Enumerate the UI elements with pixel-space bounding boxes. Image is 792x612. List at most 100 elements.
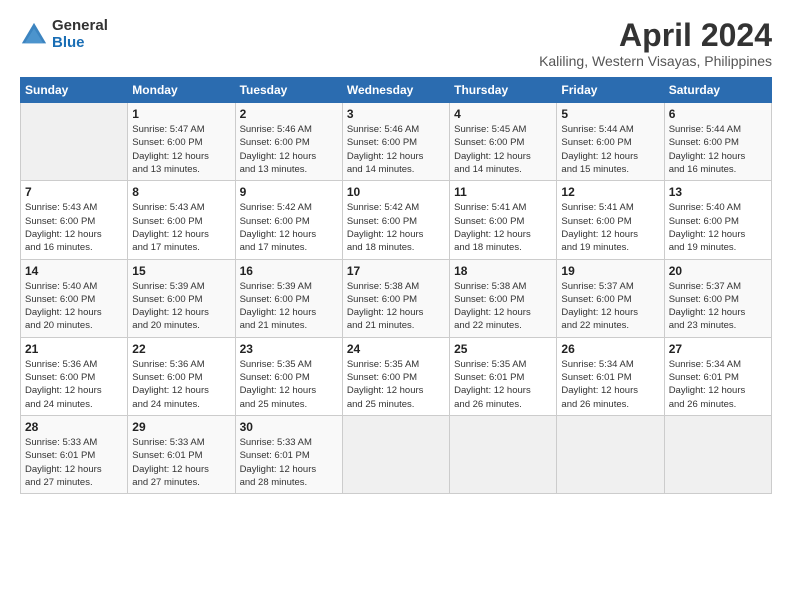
day-number: 5 [561, 107, 659, 121]
day-number: 19 [561, 264, 659, 278]
table-row: 13 Sunrise: 5:40 AMSunset: 6:00 PMDayligh… [664, 181, 771, 259]
day-info: Sunrise: 5:37 AMSunset: 6:00 PMDaylight:… [669, 280, 767, 333]
day-number: 30 [240, 420, 338, 434]
table-row [557, 415, 664, 493]
calendar-title: April 2024 [539, 18, 772, 53]
table-row: 24 Sunrise: 5:35 AMSunset: 6:00 PMDayligh… [342, 337, 449, 415]
day-number: 17 [347, 264, 445, 278]
table-row: 27 Sunrise: 5:34 AMSunset: 6:01 PMDayligh… [664, 337, 771, 415]
day-info: Sunrise: 5:36 AMSunset: 6:00 PMDaylight:… [132, 358, 230, 411]
day-info: Sunrise: 5:43 AMSunset: 6:00 PMDaylight:… [132, 201, 230, 254]
calendar-week-5: 28 Sunrise: 5:33 AMSunset: 6:01 PMDayligh… [21, 415, 772, 493]
day-info: Sunrise: 5:41 AMSunset: 6:00 PMDaylight:… [561, 201, 659, 254]
calendar-table: Sunday Monday Tuesday Wednesday Thursday… [20, 77, 772, 494]
day-number: 10 [347, 185, 445, 199]
table-row: 5 Sunrise: 5:44 AMSunset: 6:00 PMDaylight… [557, 103, 664, 181]
table-row [664, 415, 771, 493]
header-tuesday: Tuesday [235, 78, 342, 103]
table-row: 10Sunrise: 5:42 AMSunset: 6:00 PMDayligh… [342, 181, 449, 259]
header-wednesday: Wednesday [342, 78, 449, 103]
header: General Blue April 2024 Kaliling, Wester… [20, 18, 772, 69]
day-number: 16 [240, 264, 338, 278]
logo-blue: Blue [52, 35, 108, 52]
day-info: Sunrise: 5:43 AMSunset: 6:00 PMDaylight:… [25, 201, 123, 254]
day-number: 7 [25, 185, 123, 199]
day-info: Sunrise: 5:44 AMSunset: 6:00 PMDaylight:… [669, 123, 767, 176]
day-info: Sunrise: 5:41 AMSunset: 6:00 PMDaylight:… [454, 201, 552, 254]
table-row: 23Sunrise: 5:35 AMSunset: 6:00 PMDayligh… [235, 337, 342, 415]
day-info: Sunrise: 5:34 AMSunset: 6:01 PMDaylight:… [669, 358, 767, 411]
day-info: Sunrise: 5:34 AMSunset: 6:01 PMDaylight:… [561, 358, 659, 411]
table-row: 17 Sunrise: 5:38 AMSunset: 6:00 PMDayligh… [342, 259, 449, 337]
table-row: 16 Sunrise: 5:39 AMSunset: 6:00 PMDayligh… [235, 259, 342, 337]
day-number: 23 [240, 342, 338, 356]
day-info: Sunrise: 5:40 AMSunset: 6:00 PMDaylight:… [25, 280, 123, 333]
table-row: 6 Sunrise: 5:44 AMSunset: 6:00 PMDaylight… [664, 103, 771, 181]
day-number: 3 [347, 107, 445, 121]
header-sunday: Sunday [21, 78, 128, 103]
table-row: 11Sunrise: 5:41 AMSunset: 6:00 PMDayligh… [450, 181, 557, 259]
calendar-week-4: 21 Sunrise: 5:36 AMSunset: 6:00 PMDayligh… [21, 337, 772, 415]
day-number: 12 [561, 185, 659, 199]
calendar-week-3: 14 Sunrise: 5:40 AMSunset: 6:00 PMDayligh… [21, 259, 772, 337]
day-info: Sunrise: 5:33 AMSunset: 6:01 PMDaylight:… [25, 436, 123, 489]
day-info: Sunrise: 5:46 AMSunset: 6:00 PMDaylight:… [240, 123, 338, 176]
calendar-week-2: 7 Sunrise: 5:43 AMSunset: 6:00 PMDaylight… [21, 181, 772, 259]
logo: General Blue [20, 18, 108, 51]
title-block: April 2024 Kaliling, Western Visayas, Ph… [539, 18, 772, 69]
table-row: 29 Sunrise: 5:33 AMSunset: 6:01 PMDayligh… [128, 415, 235, 493]
day-number: 28 [25, 420, 123, 434]
day-info: Sunrise: 5:40 AMSunset: 6:00 PMDaylight:… [669, 201, 767, 254]
page: General Blue April 2024 Kaliling, Wester… [0, 0, 792, 504]
day-info: Sunrise: 5:37 AMSunset: 6:00 PMDaylight:… [561, 280, 659, 333]
day-number: 26 [561, 342, 659, 356]
day-info: Sunrise: 5:35 AMSunset: 6:01 PMDaylight:… [454, 358, 552, 411]
table-row [450, 415, 557, 493]
day-info: Sunrise: 5:33 AMSunset: 6:01 PMDaylight:… [240, 436, 338, 489]
table-row: 28 Sunrise: 5:33 AMSunset: 6:01 PMDayligh… [21, 415, 128, 493]
table-row: 18 Sunrise: 5:38 AMSunset: 6:00 PMDayligh… [450, 259, 557, 337]
day-number: 14 [25, 264, 123, 278]
day-number: 20 [669, 264, 767, 278]
day-number: 9 [240, 185, 338, 199]
day-number: 27 [669, 342, 767, 356]
calendar-subtitle: Kaliling, Western Visayas, Philippines [539, 53, 772, 69]
day-number: 18 [454, 264, 552, 278]
day-number: 4 [454, 107, 552, 121]
day-info: Sunrise: 5:35 AMSunset: 6:00 PMDaylight:… [347, 358, 445, 411]
table-row: 8 Sunrise: 5:43 AMSunset: 6:00 PMDaylight… [128, 181, 235, 259]
day-number: 29 [132, 420, 230, 434]
table-row: 3Sunrise: 5:46 AMSunset: 6:00 PMDaylight… [342, 103, 449, 181]
table-row: 21 Sunrise: 5:36 AMSunset: 6:00 PMDayligh… [21, 337, 128, 415]
header-friday: Friday [557, 78, 664, 103]
day-info: Sunrise: 5:38 AMSunset: 6:00 PMDaylight:… [347, 280, 445, 333]
table-row: 25 Sunrise: 5:35 AMSunset: 6:01 PMDayligh… [450, 337, 557, 415]
table-row: 12 Sunrise: 5:41 AMSunset: 6:00 PMDayligh… [557, 181, 664, 259]
day-info: Sunrise: 5:44 AMSunset: 6:00 PMDaylight:… [561, 123, 659, 176]
day-info: Sunrise: 5:33 AMSunset: 6:01 PMDaylight:… [132, 436, 230, 489]
logo-general: General [52, 18, 108, 35]
day-info: Sunrise: 5:39 AMSunset: 6:00 PMDaylight:… [132, 280, 230, 333]
table-row: 22Sunrise: 5:36 AMSunset: 6:00 PMDayligh… [128, 337, 235, 415]
table-row: 20 Sunrise: 5:37 AMSunset: 6:00 PMDayligh… [664, 259, 771, 337]
header-monday: Monday [128, 78, 235, 103]
day-number: 13 [669, 185, 767, 199]
day-info: Sunrise: 5:38 AMSunset: 6:00 PMDaylight:… [454, 280, 552, 333]
day-number: 1 [132, 107, 230, 121]
table-row: 4Sunrise: 5:45 AMSunset: 6:00 PMDaylight… [450, 103, 557, 181]
day-info: Sunrise: 5:36 AMSunset: 6:00 PMDaylight:… [25, 358, 123, 411]
day-number: 24 [347, 342, 445, 356]
day-number: 8 [132, 185, 230, 199]
day-info: Sunrise: 5:39 AMSunset: 6:00 PMDaylight:… [240, 280, 338, 333]
day-number: 6 [669, 107, 767, 121]
day-number: 25 [454, 342, 552, 356]
header-row: Sunday Monday Tuesday Wednesday Thursday… [21, 78, 772, 103]
day-info: Sunrise: 5:42 AMSunset: 6:00 PMDaylight:… [240, 201, 338, 254]
table-row: 7 Sunrise: 5:43 AMSunset: 6:00 PMDaylight… [21, 181, 128, 259]
table-row: 26 Sunrise: 5:34 AMSunset: 6:01 PMDayligh… [557, 337, 664, 415]
table-row: 9 Sunrise: 5:42 AMSunset: 6:00 PMDaylight… [235, 181, 342, 259]
table-row: 14 Sunrise: 5:40 AMSunset: 6:00 PMDayligh… [21, 259, 128, 337]
day-number: 21 [25, 342, 123, 356]
header-thursday: Thursday [450, 78, 557, 103]
calendar-week-1: 1Sunrise: 5:47 AMSunset: 6:00 PMDaylight… [21, 103, 772, 181]
